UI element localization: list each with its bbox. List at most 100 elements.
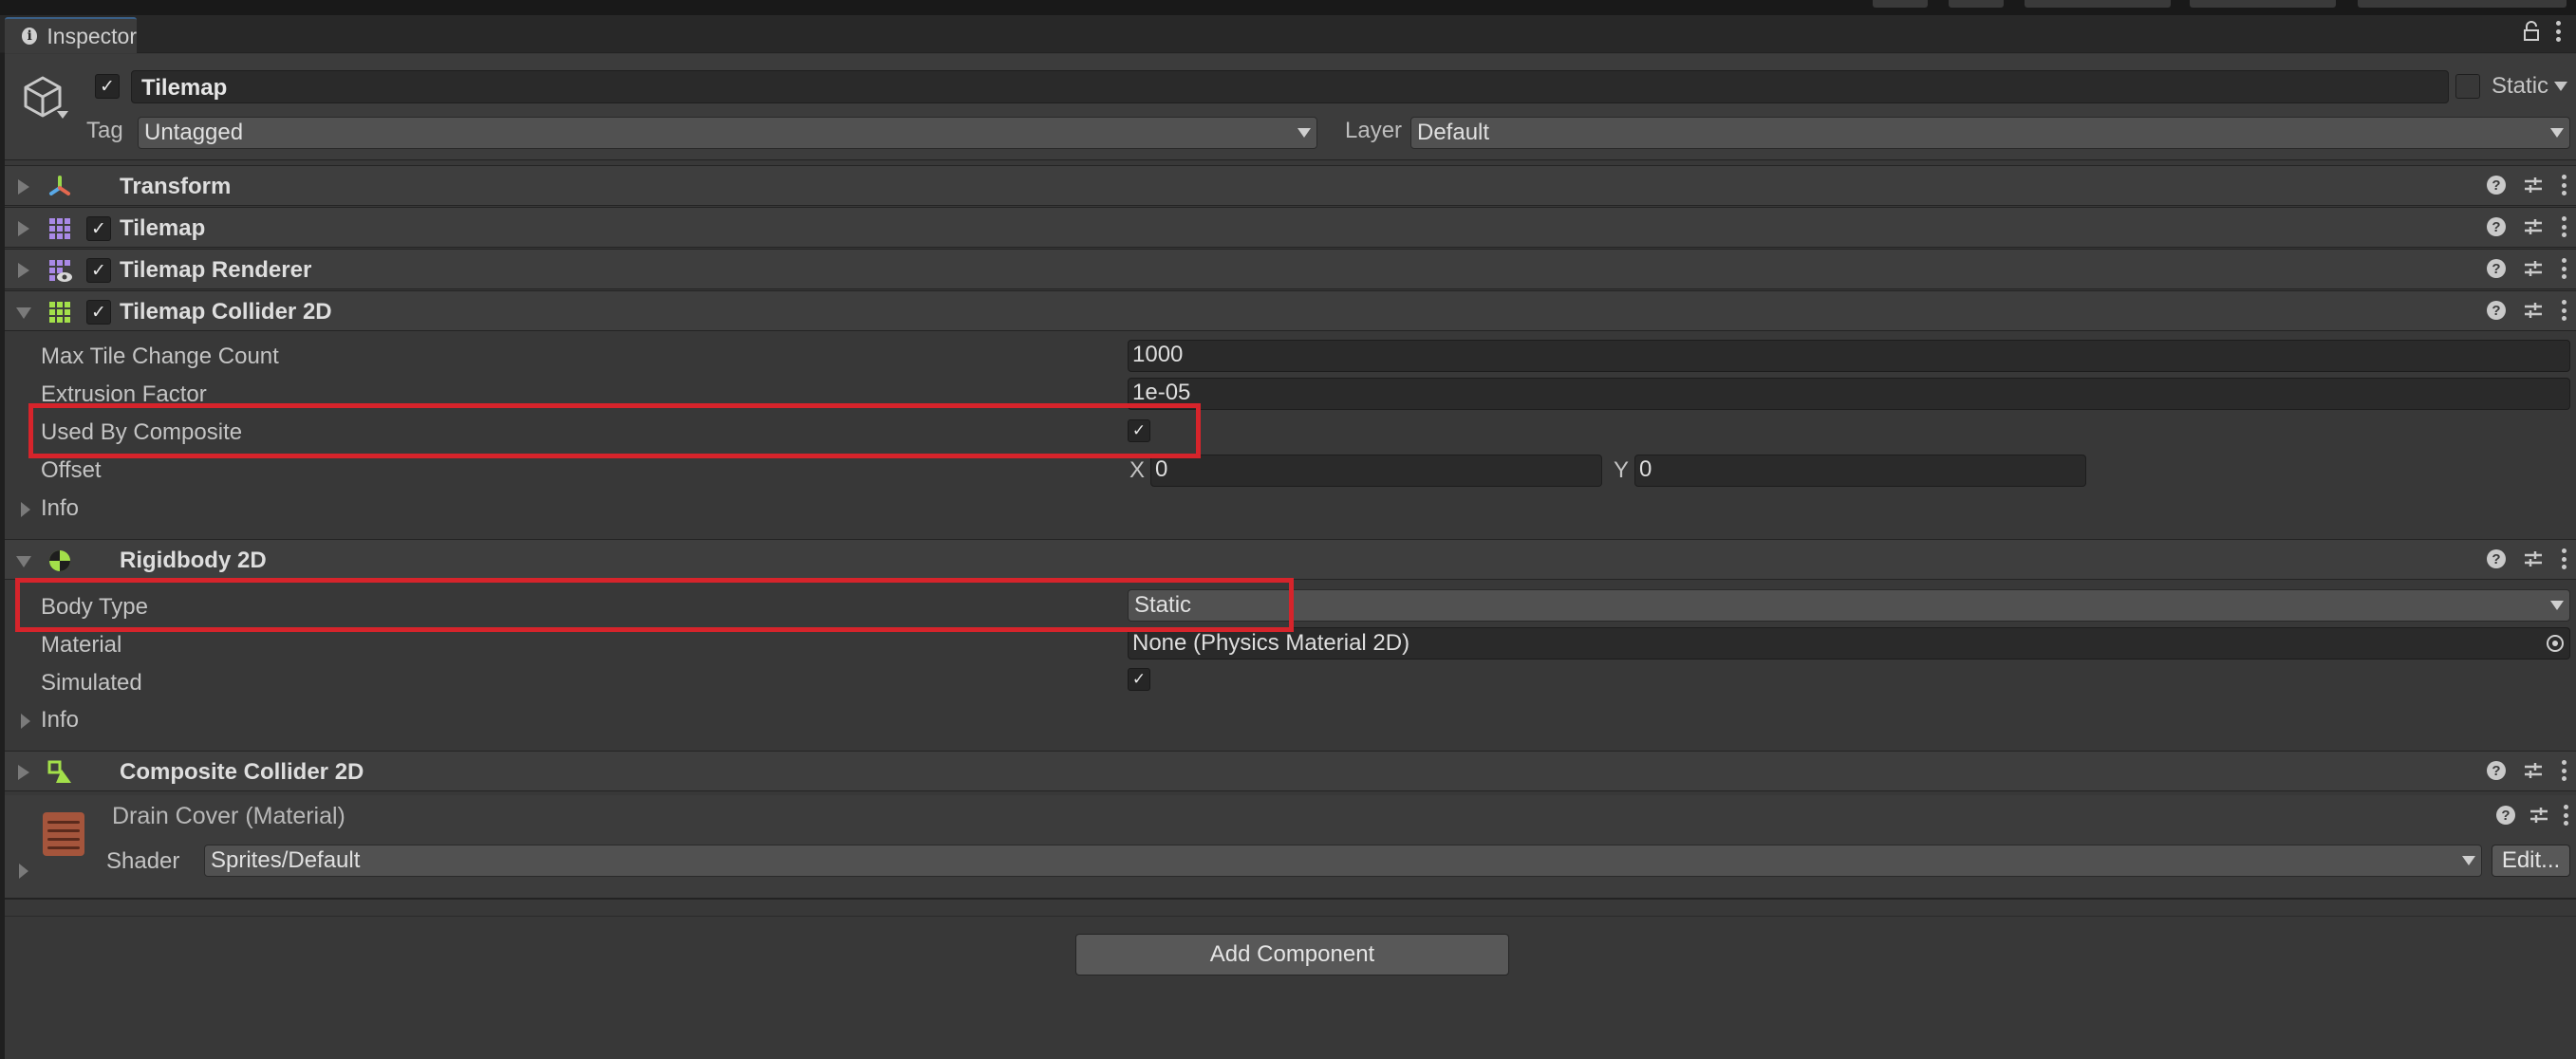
tilemap-collider-icon (49, 302, 70, 323)
foldout-arrow-icon[interactable] (18, 765, 29, 780)
component-title: Transform (120, 174, 232, 199)
icon-dropdown-arrow[interactable] (57, 111, 68, 119)
composite-collider-icon (47, 760, 71, 783)
component-title: Tilemap (120, 215, 206, 241)
physics-material-value: None (Physics Material 2D) (1132, 630, 1410, 656)
max-tile-change-count-input[interactable]: 1000 (1128, 340, 2570, 372)
help-icon[interactable]: ? (2496, 806, 2515, 825)
rigidbody-icon (49, 550, 70, 571)
toolbar-button[interactable] (2025, 0, 2171, 8)
presets-icon[interactable] (2523, 548, 2544, 569)
material-preview-thumbnail[interactable] (43, 812, 84, 856)
presets-icon[interactable] (2523, 300, 2544, 321)
toolbar-button[interactable] (2190, 0, 2336, 8)
static-checkbox[interactable] (2455, 74, 2480, 99)
chevron-down-icon (2550, 128, 2564, 138)
gameobject-active-checkbox[interactable]: ✓ (95, 74, 120, 99)
tilemap-renderer-icon (49, 260, 72, 282)
top-toolbar (0, 0, 2576, 15)
shader-dropdown[interactable]: Sprites/Default (204, 845, 2482, 877)
add-component-button[interactable]: Add Component (1075, 934, 1509, 975)
component-menu-icon[interactable] (2561, 760, 2567, 781)
component-header-tilemap-collider-2d[interactable]: ✓ Tilemap Collider 2D ? (5, 290, 2576, 331)
component-menu-icon[interactable] (2561, 300, 2567, 321)
tag-value: Untagged (144, 120, 244, 145)
foldout-arrow-icon[interactable] (18, 263, 29, 278)
physics-material-field[interactable]: None (Physics Material 2D) (1128, 627, 2570, 660)
layer-value: Default (1417, 120, 1490, 145)
component-header-composite-collider-2d[interactable]: Composite Collider 2D ? (5, 751, 2576, 791)
tab-menu-icon[interactable] (2555, 21, 2561, 42)
component-header-transform[interactable]: Transform ? (5, 165, 2576, 206)
presets-icon[interactable] (2523, 258, 2544, 279)
tab-label: Inspector (47, 23, 137, 48)
component-menu-icon[interactable] (2561, 216, 2567, 237)
component-menu-icon[interactable] (2561, 175, 2567, 195)
layer-label: Layer (1345, 118, 1403, 143)
highlight-body-type (15, 578, 1294, 632)
offset-x-input[interactable]: 0 (1150, 455, 1602, 487)
help-icon[interactable]: ? (2487, 761, 2506, 780)
layer-dropdown[interactable]: Default (1410, 117, 2570, 149)
info-icon: i (22, 28, 38, 45)
help-icon[interactable]: ? (2487, 549, 2506, 568)
lock-icon[interactable] (2523, 21, 2540, 42)
foldout-arrow-icon[interactable] (18, 221, 29, 236)
divider (5, 916, 2576, 917)
foldout-arrow-icon[interactable] (16, 556, 31, 567)
component-header-tilemap[interactable]: ✓ Tilemap ? (5, 207, 2576, 248)
extrusion-factor-input[interactable]: 1e-05 (1128, 378, 2570, 410)
info-foldout-icon[interactable] (21, 502, 30, 517)
component-header-tilemap-renderer[interactable]: ✓ Tilemap Renderer ? (5, 249, 2576, 289)
tab-inspector[interactable]: i Inspector (5, 17, 137, 53)
help-icon[interactable]: ? (2487, 176, 2506, 195)
static-dropdown[interactable]: Static (2492, 73, 2568, 100)
component-enabled-checkbox[interactable]: ✓ (86, 300, 111, 325)
material-menu-icon[interactable] (2563, 805, 2568, 826)
tab-bar: i Inspector (0, 15, 2576, 53)
toolbar-button[interactable] (2358, 0, 2567, 8)
material-section: Drain Cover (Material) Shader Sprites/De… (5, 795, 2576, 900)
foldout-arrow-icon[interactable] (16, 307, 31, 319)
info-foldout-label[interactable]: Info (41, 495, 79, 522)
info-foldout-icon[interactable] (21, 714, 30, 729)
component-enabled-checkbox[interactable]: ✓ (86, 216, 111, 241)
tilemap-icon (49, 218, 70, 239)
shader-label: Shader (106, 848, 180, 874)
gameobject-name-input[interactable]: Tilemap (131, 70, 2449, 103)
material-foldout-icon[interactable] (19, 864, 28, 879)
foldout-arrow-icon[interactable] (18, 179, 29, 195)
component-menu-icon[interactable] (2561, 548, 2567, 569)
component-header-rigidbody-2d[interactable]: Rigidbody 2D ? (5, 539, 2576, 580)
object-picker-icon[interactable] (2545, 633, 2566, 654)
chevron-down-icon (1297, 128, 1311, 138)
shader-value: Sprites/Default (211, 847, 361, 873)
component-title: Tilemap Collider 2D (120, 299, 332, 325)
presets-icon[interactable] (2523, 760, 2544, 781)
chevron-down-icon (2554, 82, 2568, 91)
max-tile-change-count-label: Max Tile Change Count (41, 344, 279, 369)
component-enabled-checkbox[interactable]: ✓ (86, 258, 111, 283)
chevron-down-icon (2550, 601, 2564, 610)
shader-edit-button[interactable]: Edit... (2492, 845, 2570, 877)
component-title: Composite Collider 2D (120, 759, 364, 785)
presets-icon[interactable] (2523, 175, 2544, 195)
component-title: Tilemap Renderer (120, 257, 312, 283)
body-type-dropdown[interactable]: Static (1128, 589, 2570, 622)
help-icon[interactable]: ? (2487, 301, 2506, 320)
help-icon[interactable]: ? (2487, 259, 2506, 278)
tag-dropdown[interactable]: Untagged (138, 117, 1317, 149)
static-label: Static (2492, 73, 2549, 99)
toolbar-button[interactable] (1949, 0, 2004, 8)
help-icon[interactable]: ? (2487, 217, 2506, 236)
material-label: Material (41, 632, 122, 658)
gameobject-header: ✓ Tilemap Static Tag Untagged Layer Defa… (5, 54, 2576, 160)
presets-icon[interactable] (2523, 216, 2544, 237)
simulated-checkbox[interactable]: ✓ (1128, 668, 1150, 691)
toolbar-button[interactable] (1873, 0, 1928, 8)
component-menu-icon[interactable] (2561, 258, 2567, 279)
presets-icon[interactable] (2529, 805, 2549, 826)
offset-y-input[interactable]: 0 (1634, 455, 2086, 487)
chevron-down-icon (2462, 856, 2475, 865)
info-foldout-label[interactable]: Info (41, 707, 79, 734)
